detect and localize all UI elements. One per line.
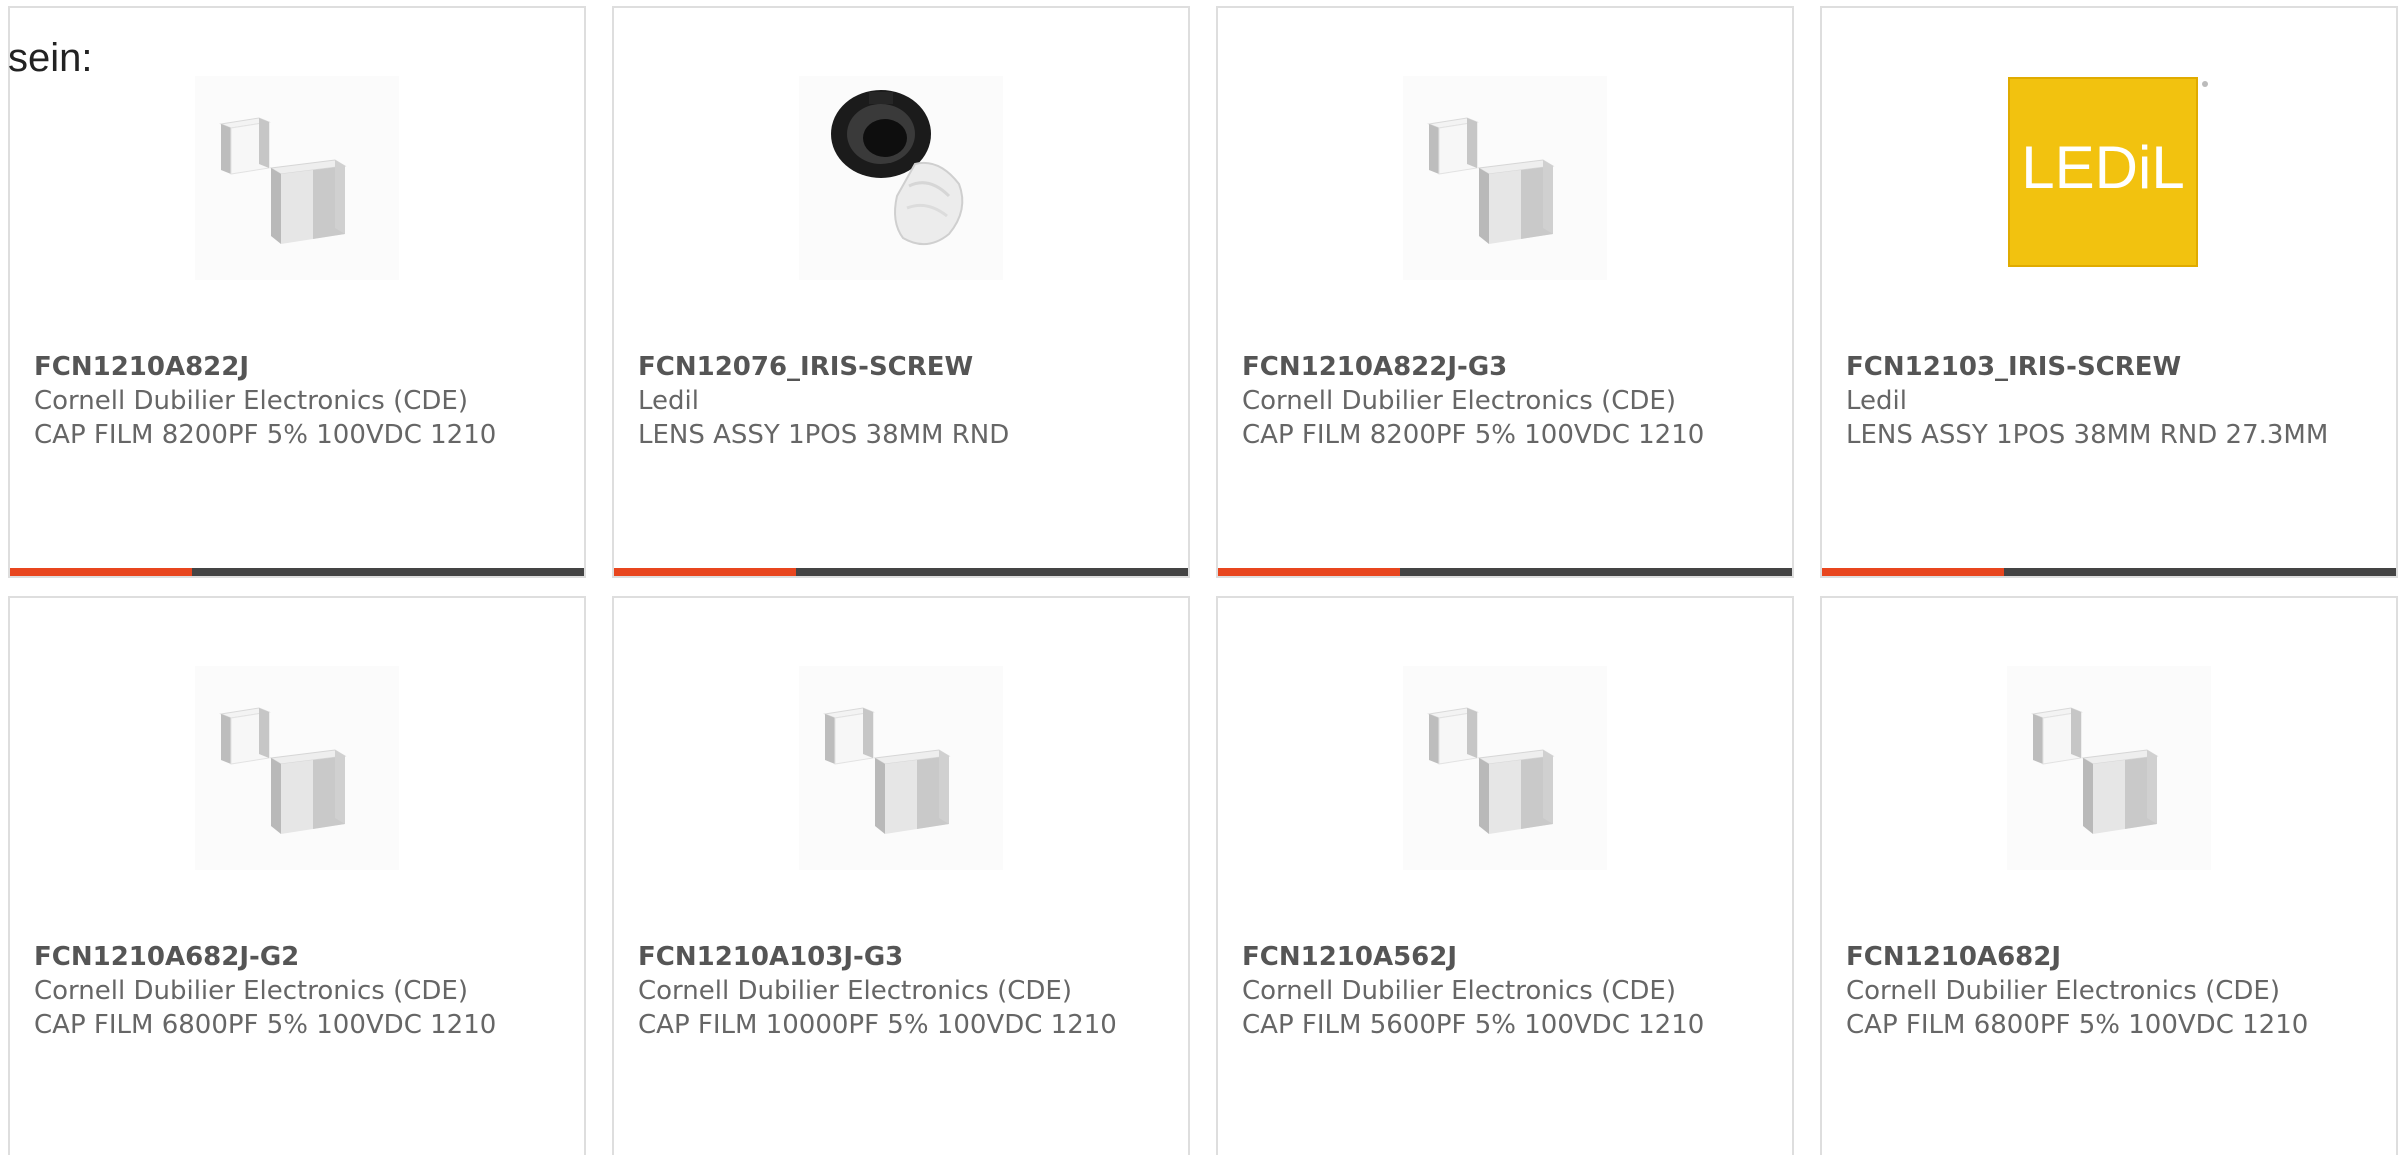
product-info: FCN1210A682J-G2 Cornell Dubilier Electro… <box>34 940 554 1042</box>
product-description: LENS ASSY 1POS 38MM RND 27.3MM <box>1846 420 2329 450</box>
product-card[interactable]: FCN1210A682J Cornell Dubilier Electronic… <box>1820 596 2398 1155</box>
product-manufacturer: Ledil <box>638 386 699 416</box>
card-bottom-bar <box>1218 568 1792 576</box>
product-card[interactable]: FCN1210A682J-G2 Cornell Dubilier Electro… <box>8 596 586 1155</box>
product-image[interactable] <box>1403 76 1607 280</box>
card-bottom-bar <box>10 568 584 576</box>
product-manufacturer: Cornell Dubilier Electronics (CDE) <box>1846 976 2280 1006</box>
capacitor-icon <box>219 117 347 244</box>
card-accent-bar <box>1218 568 1400 576</box>
product-part-number[interactable]: FCN12103_IRIS-SCREW <box>1846 350 2366 384</box>
product-description: CAP FILM 8200PF 5% 100VDC 1210 <box>1242 420 1705 450</box>
capacitor-icon <box>2031 707 2159 834</box>
product-info: FCN12103_IRIS-SCREW Ledil LENS ASSY 1POS… <box>1846 350 2366 452</box>
capacitor-icon <box>1427 117 1555 244</box>
product-description: CAP FILM 5600PF 5% 100VDC 1210 <box>1242 1010 1705 1040</box>
product-manufacturer: Ledil <box>1846 386 1907 416</box>
product-part-number[interactable]: FCN1210A682J-G2 <box>34 940 554 974</box>
product-manufacturer: Cornell Dubilier Electronics (CDE) <box>34 976 468 1006</box>
product-grid: FCN1210A822J Cornell Dubilier Electronic… <box>8 6 2398 1155</box>
product-manufacturer: Cornell Dubilier Electronics (CDE) <box>1242 976 1676 1006</box>
product-manufacturer: Cornell Dubilier Electronics (CDE) <box>34 386 468 416</box>
product-info: FCN1210A822J-G3 Cornell Dubilier Electro… <box>1242 350 1762 452</box>
product-part-number[interactable]: FCN12076_IRIS-SCREW <box>638 350 1158 384</box>
product-part-number[interactable]: FCN1210A103J-G3 <box>638 940 1158 974</box>
product-card[interactable]: FCN12076_IRIS-SCREW Ledil LENS ASSY 1POS… <box>612 6 1190 578</box>
product-card[interactable]: FCN1210A562J Cornell Dubilier Electronic… <box>1216 596 1794 1155</box>
product-image[interactable] <box>799 666 1003 870</box>
product-image[interactable] <box>799 76 1003 280</box>
product-info: FCN1210A822J Cornell Dubilier Electronic… <box>34 350 554 452</box>
product-part-number[interactable]: FCN1210A822J <box>34 350 554 384</box>
product-info: FCN1210A682J Cornell Dubilier Electronic… <box>1846 940 2366 1042</box>
product-image[interactable] <box>195 666 399 870</box>
card-accent-bar <box>10 568 192 576</box>
card-accent-bar <box>614 568 796 576</box>
lens-holder-icon <box>831 90 964 245</box>
card-accent-bar <box>1822 568 2004 576</box>
ledil-logo: LEDiL <box>2008 77 2208 267</box>
capacitor-icon <box>219 707 347 834</box>
product-image[interactable] <box>2007 666 2211 870</box>
product-description: CAP FILM 8200PF 5% 100VDC 1210 <box>34 420 497 450</box>
product-card[interactable]: FCN1210A822J Cornell Dubilier Electronic… <box>8 6 586 578</box>
product-card[interactable]: LEDiL FCN12103_IRIS-SCREW Ledil LENS ASS… <box>1820 6 2398 578</box>
product-image[interactable] <box>1403 666 1607 870</box>
product-grid-page: sein: FCN1210A822J Cornell Dubilier Elec… <box>0 0 2400 1155</box>
product-image[interactable]: LEDiL <box>2007 76 2211 280</box>
product-info: FCN12076_IRIS-SCREW Ledil LENS ASSY 1POS… <box>638 350 1158 452</box>
product-part-number[interactable]: FCN1210A562J <box>1242 940 1762 974</box>
capacitor-icon <box>1427 707 1555 834</box>
product-description: CAP FILM 10000PF 5% 100VDC 1210 <box>638 1010 1117 1040</box>
card-bottom-bar <box>1822 568 2396 576</box>
product-part-number[interactable]: FCN1210A822J-G3 <box>1242 350 1762 384</box>
product-card[interactable]: FCN1210A822J-G3 Cornell Dubilier Electro… <box>1216 6 1794 578</box>
product-info: FCN1210A562J Cornell Dubilier Electronic… <box>1242 940 1762 1042</box>
product-info: FCN1210A103J-G3 Cornell Dubilier Electro… <box>638 940 1158 1042</box>
product-description: LENS ASSY 1POS 38MM RND <box>638 420 1010 450</box>
capacitor-icon <box>823 707 951 834</box>
card-bottom-bar <box>614 568 1188 576</box>
product-image[interactable] <box>195 76 399 280</box>
product-manufacturer: Cornell Dubilier Electronics (CDE) <box>1242 386 1676 416</box>
ledil-logo-text: LEDiL <box>2021 134 2184 201</box>
product-description: CAP FILM 6800PF 5% 100VDC 1210 <box>1846 1010 2309 1040</box>
product-card[interactable]: FCN1210A103J-G3 Cornell Dubilier Electro… <box>612 596 1190 1155</box>
product-manufacturer: Cornell Dubilier Electronics (CDE) <box>638 976 1072 1006</box>
intro-text: sein: <box>8 36 93 80</box>
product-description: CAP FILM 6800PF 5% 100VDC 1210 <box>34 1010 497 1040</box>
product-part-number[interactable]: FCN1210A682J <box>1846 940 2366 974</box>
